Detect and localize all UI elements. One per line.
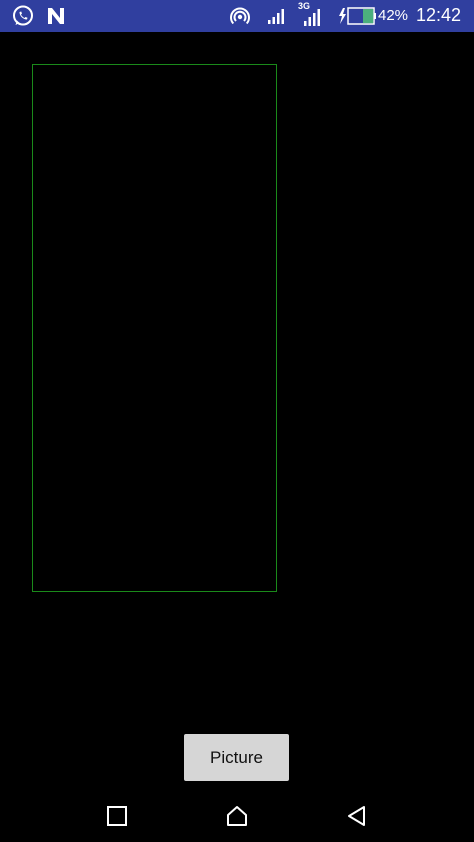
clock: 12:42 xyxy=(416,5,462,25)
hotspot-icon xyxy=(228,3,252,29)
home-icon[interactable] xyxy=(223,802,251,830)
network-type-label: 3G xyxy=(298,1,311,11)
back-triangle-icon[interactable] xyxy=(343,802,371,830)
navigation-bar xyxy=(0,790,474,842)
signal-icon xyxy=(266,3,286,29)
n-notification-icon xyxy=(44,3,68,29)
app-screen: 3G 42% 12:42 Picture xyxy=(0,0,474,842)
battery-percent: 42% xyxy=(378,7,409,24)
battery-charging-icon xyxy=(336,3,378,29)
status-bar: 3G 42% 12:42 xyxy=(0,0,474,32)
whatsapp-icon xyxy=(10,3,36,29)
camera-preview xyxy=(32,64,277,592)
recents-square-icon[interactable] xyxy=(103,802,131,830)
picture-button[interactable]: Picture xyxy=(184,734,289,781)
3g-signal-icon: 3G xyxy=(298,1,324,29)
